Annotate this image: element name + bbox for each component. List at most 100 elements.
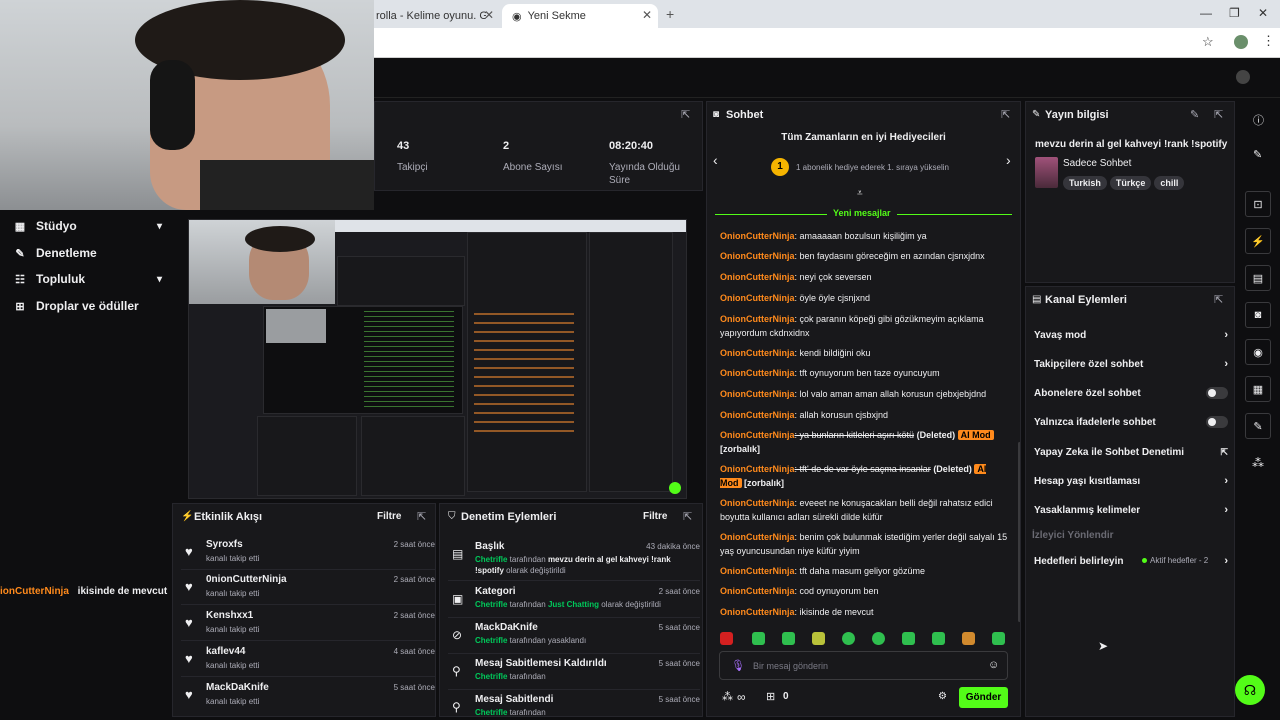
maximize-button[interactable]: ❐ — [1229, 6, 1240, 20]
chat-message[interactable]: OnionCutterNinja: eveeet ne konuşacaklar… — [720, 496, 1010, 524]
profile-avatar[interactable] — [1234, 35, 1248, 49]
mod-action-row[interactable]: ▤ Başlık 43 dakika önce Chetrifle tarafı… — [448, 539, 700, 581]
sidebar-item-label: Denetleme — [36, 246, 97, 260]
chat-message-deleted[interactable]: OnionCutterNinja: tft' de de var öyle sa… — [720, 462, 1010, 490]
user-avatar[interactable] — [1236, 70, 1250, 84]
layout-icon[interactable]: ▦ — [1245, 376, 1271, 402]
close-window-button[interactable]: ✕ — [1258, 6, 1268, 20]
stream-preview[interactable] — [188, 219, 687, 499]
popout-icon[interactable]: ⇱ — [1214, 108, 1223, 121]
set-goals-row[interactable]: Hedefleri belirleyin Aktif hedefler - 2 … — [1034, 553, 1228, 569]
close-icon[interactable]: ✕ — [484, 8, 494, 22]
chat-scrollbar[interactable] — [1018, 442, 1020, 622]
list-item[interactable]: ♥ Syroxfs kanalı takip etti 2 saat önce — [181, 536, 435, 570]
ai-moderation-row[interactable]: Yapay Zeka ile Sohbet Denetimi ⇱ — [1034, 444, 1228, 460]
filter-button[interactable]: Filtre — [377, 511, 401, 522]
settings-gear-icon[interactable]: ⚙ — [938, 691, 947, 702]
banned-words-row[interactable]: Yasaklanmış kelimeler › — [1034, 502, 1228, 518]
popout-icon[interactable]: ⇱ — [681, 108, 690, 121]
mod-action-row[interactable]: ⚲ Mesaj Sabitlemesi Kaldırıldı 5 saat ön… — [448, 656, 700, 690]
close-icon[interactable]: ✕ — [642, 8, 652, 22]
chat-message[interactable]: OnionCutterNinja: allah korusun cjsbxjnd — [720, 408, 1010, 422]
document-icon[interactable]: ▤ — [1245, 265, 1271, 291]
pencil-icon[interactable]: ✎ — [1253, 148, 1262, 161]
chat-message[interactable]: OnionCutterNinja: neyi çok seversen — [720, 270, 1010, 284]
wrench-icon[interactable]: ✎ — [1245, 413, 1271, 439]
emote-icon[interactable] — [962, 632, 975, 645]
sidebar-item-community[interactable]: ☷ Topluluk ▾ — [12, 269, 162, 289]
broadcast-icon[interactable]: ◉ — [1245, 339, 1271, 365]
sidebar-item-drops[interactable]: ⊞ Droplar ve ödüller — [12, 296, 162, 316]
chat-message[interactable]: OnionCutterNinja: kendi bildiğini oku — [720, 346, 1010, 360]
category-name: Sadece Sohbet — [1063, 158, 1132, 169]
clip-icon[interactable]: ⊡ — [1245, 191, 1271, 217]
panel-title: Etkinlik Akışı — [194, 511, 263, 523]
emote-icon[interactable] — [872, 632, 885, 645]
emote-icon[interactable] — [812, 632, 825, 645]
emote-icon[interactable] — [992, 632, 1005, 645]
info-icon[interactable]: ⓘ — [1253, 112, 1264, 128]
chat-message[interactable]: OnionCutterNinja: öyle öyle cjsnjxnd — [720, 291, 1010, 305]
chat-input[interactable]: 🎙 Bir mesaj gönderin ☺ — [719, 651, 1008, 680]
help-button[interactable]: ☊ — [1235, 675, 1265, 705]
gift-icon[interactable]: ⊞ — [766, 690, 775, 703]
lightning-icon[interactable]: ⚡ — [1245, 228, 1271, 254]
chat-message[interactable]: OnionCutterNinja: amaaaaan bozulsun kişi… — [720, 229, 1010, 243]
mod-action-row[interactable]: ⊘ MackDaKnife 5 saat önce Chetrifle tara… — [448, 620, 700, 654]
minimize-button[interactable]: — — [1200, 6, 1212, 20]
mod-action-row[interactable]: ▣ Kategori 2 saat önce Chetrifle tarafın… — [448, 584, 700, 618]
chat-message[interactable]: OnionCutterNinja: cod oynuyorum ben — [720, 584, 1010, 598]
emote-only-toggle[interactable] — [1206, 416, 1228, 428]
uptime-value: 08:20:40 — [609, 140, 654, 152]
popout-icon[interactable]: ⇱ — [1214, 293, 1223, 306]
list-item[interactable]: ♥ MackDaKnife kanalı takip etti 5 saat ö… — [181, 679, 435, 713]
tag[interactable]: chill — [1154, 176, 1185, 190]
menu-icon[interactable]: ⋮ — [1262, 33, 1275, 49]
points-icon[interactable]: ⁂ — [722, 690, 733, 703]
popout-icon[interactable]: ⇱ — [417, 510, 426, 523]
browser-tab-active[interactable]: ◉ Yeni Sekme — [502, 4, 658, 28]
slow-mode-row[interactable]: Yavaş mod › — [1034, 327, 1228, 343]
chevron-right-icon[interactable]: › — [1006, 152, 1011, 168]
chat-message[interactable]: OnionCutterNinja: lol valo aman aman all… — [720, 387, 1010, 401]
chat-message-deleted[interactable]: OnionCutterNinja: ya bunların kitleleri … — [720, 428, 1010, 456]
mod-action-row[interactable]: ⚲ Mesaj Sabitlendi 5 saat önce Chetrifle… — [448, 692, 700, 716]
subscribers-only-toggle[interactable] — [1206, 387, 1228, 399]
list-item[interactable]: ♥ kaflev44 kanalı takip etti 4 saat önce — [181, 643, 435, 677]
chat-message[interactable]: OnionCutterNinja: tft oynuyorum ben taze… — [720, 366, 1010, 380]
sidebar-item-moderation[interactable]: ✎ Denetleme — [12, 243, 162, 263]
tag[interactable]: Turkish — [1063, 176, 1107, 190]
account-age-row[interactable]: Hesap yaşı kısıtlaması › — [1034, 473, 1228, 489]
emote-icon[interactable] — [932, 632, 945, 645]
microphone-icon[interactable]: 🎙 — [731, 659, 745, 672]
browser-tab[interactable]: rolla - Kelime oyunu. Günlük — [366, 4, 502, 28]
chat-message[interactable]: OnionCutterNinja: ikisinde de mevcut — [720, 605, 1010, 619]
emote-icon[interactable] — [842, 632, 855, 645]
list-item[interactable]: ♥ 0nionCutterNinja kanalı takip etti 2 s… — [181, 571, 435, 605]
star-icon[interactable]: ☆ — [1202, 34, 1214, 50]
popout-icon[interactable]: ⇱ — [683, 510, 692, 523]
followers-only-row[interactable]: Takipçilere özel sohbet › — [1034, 356, 1228, 372]
list-item[interactable]: ♥ Kenshxx1 kanalı takip etti 2 saat önce — [181, 607, 435, 641]
sidebar-item-studio[interactable]: ▦ Stüdyo ▾ — [12, 216, 162, 236]
edit-icon[interactable]: ✎ — [1190, 108, 1199, 121]
emoji-icon[interactable]: ☺ — [988, 659, 999, 671]
chat-message[interactable]: OnionCutterNinja: benim çok bulunmak ist… — [720, 530, 1010, 558]
collapse-icon[interactable]: ⩡ — [857, 188, 863, 199]
chat-bubble-icon[interactable]: ◙ — [1245, 302, 1271, 328]
sidebar-item-label: Stüdyo — [36, 219, 77, 233]
chat-message[interactable]: OnionCutterNinja: ben faydasını göreceği… — [720, 249, 1010, 263]
emote-icon[interactable] — [782, 632, 795, 645]
popout-icon[interactable]: ⇱ — [1001, 108, 1010, 121]
chat-message[interactable]: OnionCutterNinja: tft daha masum geliyor… — [720, 564, 1010, 578]
new-tab-button[interactable]: + — [666, 6, 674, 22]
emote-icon[interactable] — [720, 632, 733, 645]
points-icon[interactable]: ⁂ — [1252, 456, 1264, 470]
send-button[interactable]: Gönder — [959, 687, 1008, 708]
tag[interactable]: Türkçe — [1109, 176, 1152, 190]
chat-message[interactable]: OnionCutterNinja: çok paranın köpeği gib… — [720, 312, 1010, 340]
emote-icon[interactable] — [752, 632, 765, 645]
emote-icon[interactable] — [902, 632, 915, 645]
filter-button[interactable]: Filtre — [643, 511, 667, 522]
chevron-left-icon[interactable]: ‹ — [713, 152, 718, 168]
